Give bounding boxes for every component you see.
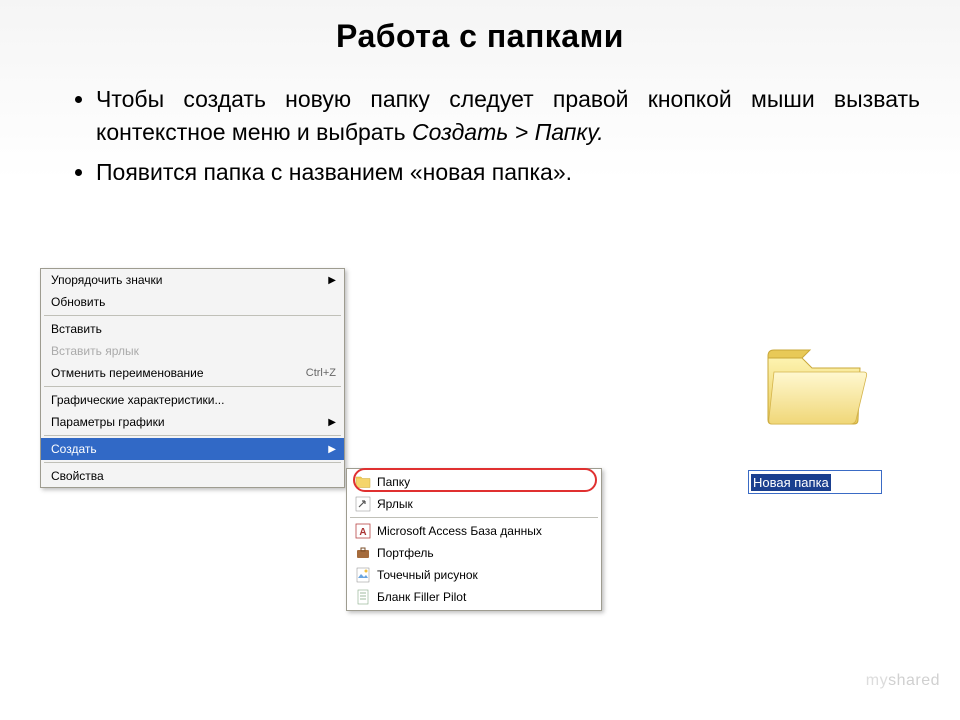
separator — [44, 462, 341, 463]
access-icon: A — [355, 523, 371, 539]
bullet-1-italic: Создать > Папку. — [412, 119, 604, 145]
menu-label: Упорядочить значки — [51, 273, 328, 287]
submenu-label: Бланк Filler Pilot — [377, 590, 466, 604]
menu-paste[interactable]: Вставить — [41, 318, 344, 340]
briefcase-icon — [355, 545, 371, 561]
document-icon — [355, 589, 371, 605]
submenu-label: Папку — [377, 475, 410, 489]
submenu-shortcut[interactable]: Ярлык — [349, 493, 599, 515]
menu-arrange-icons[interactable]: Упорядочить значки ▶ — [41, 269, 344, 291]
submenu-access[interactable]: A Microsoft Access База данных — [349, 520, 599, 542]
folder-large-icon[interactable] — [760, 340, 870, 430]
watermark: myshared — [866, 672, 940, 690]
submenu-label: Точечный рисунок — [377, 568, 478, 582]
shortcut-icon — [355, 496, 371, 512]
menu-create[interactable]: Создать ▶ — [41, 438, 344, 460]
bullet-1: Чтобы создать новую папку следует правой… — [96, 83, 920, 150]
menu-graphics-characteristics[interactable]: Графические характеристики... — [41, 389, 344, 411]
chevron-right-icon: ▶ — [328, 444, 336, 455]
menu-undo-rename[interactable]: Отменить переименование Ctrl+Z — [41, 362, 344, 384]
menu-label: Вставить — [51, 322, 336, 336]
separator — [350, 517, 598, 518]
separator — [44, 386, 341, 387]
page-title: Работа с папками — [0, 0, 960, 55]
submenu-label: Портфель — [377, 546, 434, 560]
bullet-2: Появится папка с названием «новая папка»… — [96, 156, 920, 189]
new-folder-text-selected: Новая папка — [751, 474, 831, 491]
menu-label: Графические характеристики... — [51, 393, 336, 407]
menu-paste-shortcut: Вставить ярлык — [41, 340, 344, 362]
create-submenu: Папку Ярлык A Microsoft Access База данн… — [346, 468, 602, 611]
menu-refresh[interactable]: Обновить — [41, 291, 344, 313]
menu-shortcut: Ctrl+Z — [306, 367, 336, 379]
context-menu: Упорядочить значки ▶ Обновить Вставить В… — [40, 268, 345, 488]
folder-icon — [355, 474, 371, 490]
menu-label: Параметры графики — [51, 415, 328, 429]
bullet-list: Чтобы создать новую папку следует правой… — [56, 83, 920, 189]
submenu-label: Ярлык — [377, 497, 413, 511]
menu-properties[interactable]: Свойства — [41, 465, 344, 487]
chevron-right-icon: ▶ — [328, 275, 336, 286]
menu-label: Отменить переименование — [51, 366, 306, 380]
submenu-label: Microsoft Access База данных — [377, 524, 542, 538]
submenu-folder[interactable]: Папку — [349, 471, 599, 493]
svg-text:A: A — [359, 527, 366, 538]
bitmap-icon — [355, 567, 371, 583]
separator — [44, 435, 341, 436]
separator — [44, 315, 341, 316]
menu-label: Свойства — [51, 469, 336, 483]
submenu-briefcase[interactable]: Портфель — [349, 542, 599, 564]
menu-label: Вставить ярлык — [51, 344, 336, 358]
menu-label: Обновить — [51, 295, 336, 309]
new-folder-name-input[interactable]: Новая папка — [748, 470, 882, 494]
menu-graphics-params[interactable]: Параметры графики ▶ — [41, 411, 344, 433]
submenu-filler-pilot[interactable]: Бланк Filler Pilot — [349, 586, 599, 608]
menu-label: Создать — [51, 442, 328, 456]
submenu-bitmap[interactable]: Точечный рисунок — [349, 564, 599, 586]
chevron-right-icon: ▶ — [328, 417, 336, 428]
